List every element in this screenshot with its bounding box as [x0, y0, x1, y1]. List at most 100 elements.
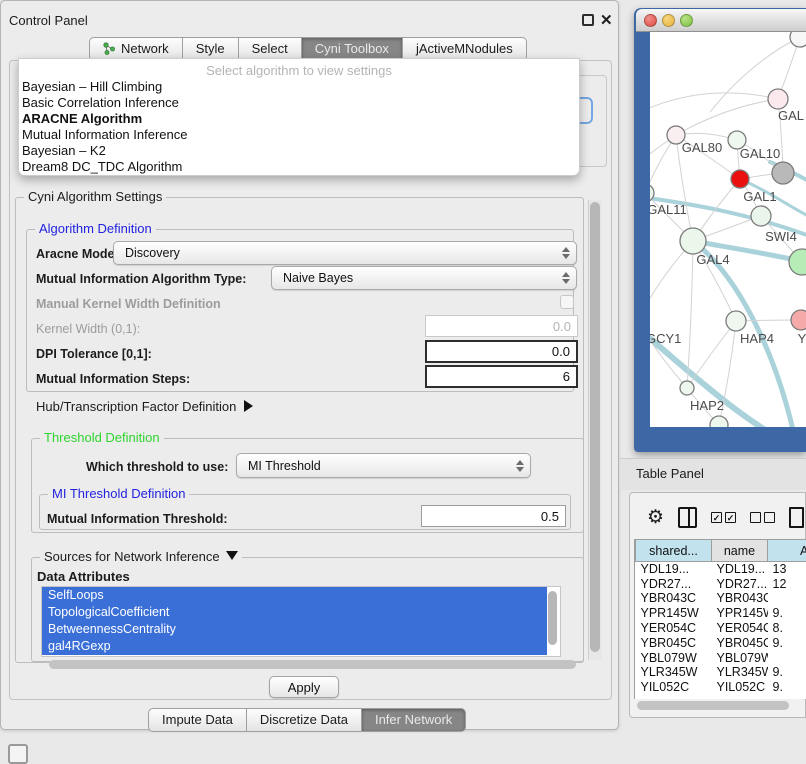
node-salmon[interactable] [791, 310, 806, 330]
collapsed-arrow-icon [244, 400, 253, 412]
float-window-icon[interactable] [582, 14, 594, 26]
node-hap2[interactable] [680, 381, 694, 395]
control-panel-title: Control Panel [9, 13, 88, 28]
close-window-icon[interactable]: ✕ [600, 11, 613, 29]
table-panel-title: Table Panel [636, 466, 704, 481]
table-row[interactable]: YBR045CYBR045C9. [636, 635, 806, 650]
algorithm-definition-label: Algorithm Definition [35, 221, 156, 236]
table-row[interactable]: YDR27...YDR27...12 [636, 576, 806, 591]
dpi-tolerance-label: DPI Tolerance [0,1]: [36, 347, 152, 361]
menu-item-highlighted[interactable]: ARACNE Algorithm [19, 111, 579, 127]
table-row[interactable]: YPR145WYPR145W9. [636, 606, 806, 621]
apply-button[interactable]: Apply [269, 676, 339, 698]
menu-item[interactable]: Mutual Information Inference [19, 127, 579, 143]
aracne-mode-value: Discovery [125, 246, 180, 260]
stepper-icon [562, 247, 570, 259]
which-threshold-select[interactable]: MI Threshold [236, 453, 531, 478]
menu-item[interactable]: Bayesian – Hill Climbing [19, 79, 579, 95]
table-horizontal-scrollbar[interactable] [637, 701, 789, 710]
close-traffic-light-icon[interactable] [644, 14, 657, 27]
table-row[interactable]: YBL079WYBL079W [636, 650, 806, 665]
tab-network-label: Network [121, 41, 169, 56]
mi-algorithm-type-select[interactable]: Naive Bayes [271, 266, 577, 290]
column-header-partial[interactable]: A [768, 540, 806, 562]
table-row[interactable]: YDL19...YDL19...13 [636, 562, 806, 577]
aracne-mode-select[interactable]: Discovery [113, 241, 577, 265]
settings-horizontal-scrollbar[interactable] [49, 660, 576, 669]
kernel-width-label: Kernel Width (0,1): [36, 322, 140, 336]
node-swi4[interactable] [751, 206, 771, 226]
manual-kernel-width-label: Manual Kernel Width Definition [36, 297, 221, 311]
node-bright-green[interactable] [789, 249, 806, 275]
dpi-tolerance-input[interactable]: 0.0 [425, 340, 578, 363]
tab-impute-data[interactable]: Impute Data [148, 708, 247, 732]
list-item[interactable]: gal4RGexp [42, 638, 547, 655]
mi-algorithm-type-value: Naive Bayes [283, 271, 353, 285]
network-graph: GAL GAL80 GAL10 GAL1 SWI4 GAL11 GAL4 GCY… [650, 32, 806, 427]
column-header-name[interactable]: name [712, 540, 768, 562]
list-item[interactable]: BetweennessCentrality [42, 621, 547, 638]
mi-threshold-group-label: MI Threshold Definition [48, 486, 189, 501]
sources-group-label[interactable]: Sources for Network Inference [40, 549, 242, 564]
split-view-icon[interactable] [678, 507, 697, 528]
threshold-definition-label: Threshold Definition [40, 430, 164, 445]
node-hap4[interactable] [726, 311, 746, 331]
node-label: GCY1 [650, 331, 681, 346]
mi-threshold-input[interactable]: 0.5 [421, 505, 566, 527]
minimize-traffic-light-icon[interactable] [662, 14, 675, 27]
collapsed-panel-icon[interactable] [8, 744, 28, 764]
network-canvas[interactable]: GAL GAL80 GAL10 GAL1 SWI4 GAL11 GAL4 GCY… [650, 32, 806, 427]
mi-steps-label: Mutual Information Steps: [36, 372, 190, 386]
list-vertical-scrollbar[interactable] [548, 591, 557, 645]
kernel-width-input[interactable]: 0.0 [425, 315, 578, 337]
node-label: GAL4 [696, 252, 729, 267]
node-gal1[interactable] [731, 170, 749, 188]
node-label: GAL [778, 108, 804, 123]
node-label: HAP4 [740, 331, 774, 346]
manual-kernel-width-checkbox[interactable] [560, 295, 574, 309]
node-label: GAL11 [650, 202, 687, 217]
tab-infer-network[interactable]: Infer Network [362, 708, 466, 732]
node[interactable] [790, 32, 806, 47]
table-row[interactable]: YLR345WYLR345W9. [636, 665, 806, 680]
table-row[interactable]: YER054CYER054C8. [636, 621, 806, 636]
node-gal4[interactable] [680, 228, 706, 254]
select-all-columns-icon[interactable]: ✓✓ [711, 512, 736, 523]
node-label: GAL1 [743, 189, 776, 204]
column-header-shared-name[interactable]: shared... [636, 540, 712, 562]
node-gray[interactable] [772, 162, 794, 184]
node-label: GAL10 [740, 146, 780, 161]
menu-item[interactable]: Dream8 DC_TDC Algorithm [19, 159, 579, 175]
settings-vertical-scrollbar[interactable] [590, 202, 600, 652]
table-header-row: shared... name A [636, 540, 806, 562]
deselect-all-columns-icon[interactable] [750, 512, 775, 523]
menu-item[interactable]: Bayesian – K2 [19, 143, 579, 159]
stepper-icon [562, 272, 570, 284]
network-window-titlebar[interactable] [636, 9, 806, 32]
zoom-traffic-light-icon[interactable] [680, 14, 693, 27]
node-label: GAL80 [682, 140, 722, 155]
gear-icon[interactable]: ⚙ [647, 508, 664, 527]
table-toolbar: ⚙ ✓✓ [633, 500, 806, 534]
node-label: SWI4 [765, 229, 797, 244]
list-item[interactable]: TopologicalCoefficient [42, 604, 547, 621]
table-row[interactable]: YBR043CYBR043C [636, 591, 806, 606]
mi-steps-input[interactable]: 6 [425, 365, 578, 388]
list-item[interactable]: SelfLoops [42, 587, 547, 604]
hub-definition-toggle[interactable]: Hub/Transcription Factor Definition [36, 399, 253, 414]
cyni-bottom-tabs: Impute Data Discretize Data Infer Networ… [148, 708, 466, 732]
mi-threshold-label: Mutual Information Threshold: [47, 512, 228, 526]
aracne-mode-label: Aracne Mode: [36, 247, 119, 261]
node-label: Y [798, 331, 806, 346]
data-attributes-list[interactable]: SelfLoops TopologicalCoefficient Between… [41, 586, 561, 657]
menu-item[interactable]: Basic Correlation Inference [19, 95, 579, 111]
which-threshold-label: Which threshold to use: [86, 460, 228, 474]
tab-discretize-data[interactable]: Discretize Data [247, 708, 362, 732]
algorithm-dropdown-popup: Select algorithm to view settings Bayesi… [18, 58, 580, 176]
data-attributes-label: Data Attributes [37, 569, 130, 584]
file-icon[interactable] [789, 507, 804, 528]
node-label: HAP2 [690, 398, 724, 413]
which-threshold-value: MI Threshold [248, 459, 321, 473]
table-row[interactable]: YIL052CYIL052C9. [636, 680, 806, 695]
node-gal[interactable] [768, 89, 788, 109]
